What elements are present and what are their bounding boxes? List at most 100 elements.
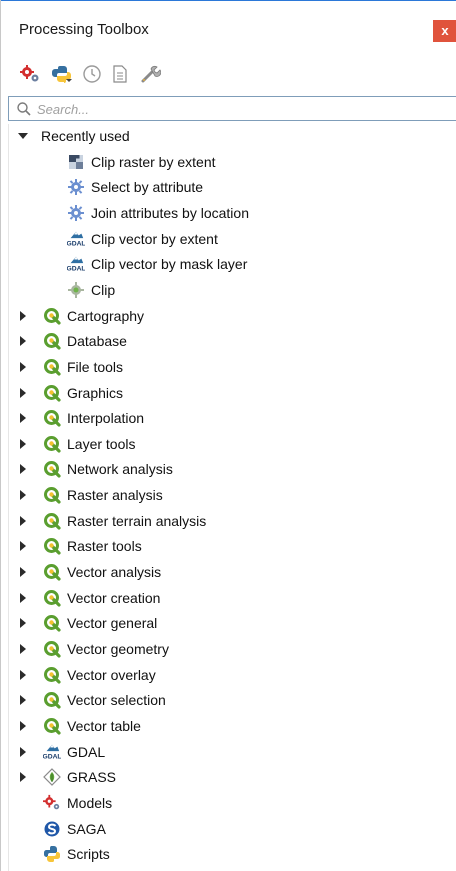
expand-arrow-icon[interactable] bbox=[17, 540, 29, 552]
expand-arrow-icon[interactable] bbox=[17, 361, 29, 373]
tree-item-clip-vector-by-mask-layer[interactable]: GDAL Clip vector by mask layer bbox=[67, 252, 247, 276]
tree-item-label: Select by attribute bbox=[91, 179, 204, 196]
tree-group-cartography[interactable]: Cartography bbox=[17, 304, 144, 328]
tree-item-label: Vector selection bbox=[67, 692, 166, 709]
expand-arrow-icon[interactable] bbox=[17, 694, 29, 706]
algorithm-tree[interactable]: Recently used Clip raster by extent Select… bbox=[8, 124, 456, 871]
clip-gear-icon bbox=[67, 281, 85, 299]
qgis-icon bbox=[43, 332, 61, 350]
gdal-icon: GDAL bbox=[67, 255, 85, 273]
expand-arrow-icon[interactable] bbox=[17, 412, 29, 424]
tree-item-label: Clip vector by mask layer bbox=[91, 256, 248, 273]
expand-arrow-icon[interactable] bbox=[17, 387, 29, 399]
tree-provider-saga[interactable]: SAGA bbox=[43, 817, 106, 841]
tree-group-database[interactable]: Database bbox=[17, 329, 127, 353]
tree-group-graphics[interactable]: Graphics bbox=[17, 381, 123, 405]
panel-title: Processing Toolbox bbox=[19, 21, 149, 38]
tree-group-interpolation[interactable]: Interpolation bbox=[17, 406, 144, 430]
tree-item-label: Database bbox=[67, 333, 127, 350]
tree-item-label: Network analysis bbox=[67, 461, 173, 478]
search-box[interactable] bbox=[8, 96, 456, 121]
tree-group-vector-selection[interactable]: Vector selection bbox=[17, 688, 166, 712]
tree-item-label: File tools bbox=[67, 358, 124, 375]
tree-item-label: Scripts bbox=[67, 846, 110, 863]
tree-group-vector-general[interactable]: Vector general bbox=[17, 611, 157, 635]
tree-group-raster-analysis[interactable]: Raster analysis bbox=[17, 483, 163, 507]
tree-provider-scripts[interactable]: Scripts bbox=[43, 842, 110, 866]
search-input[interactable] bbox=[37, 99, 437, 119]
expand-arrow-icon[interactable] bbox=[17, 669, 29, 681]
tree-item-label: Graphics bbox=[67, 384, 124, 401]
expand-arrow-icon[interactable] bbox=[17, 771, 29, 783]
tree-item-label: Vector analysis bbox=[67, 564, 162, 581]
models-button[interactable] bbox=[17, 61, 43, 87]
expand-arrow-icon[interactable] bbox=[17, 592, 29, 604]
expand-arrow-icon[interactable] bbox=[17, 720, 29, 732]
tree-group-recently-used[interactable]: Recently used bbox=[17, 124, 130, 148]
expand-arrow-icon[interactable] bbox=[17, 515, 29, 527]
expand-arrow-icon[interactable] bbox=[17, 310, 29, 322]
qgis-icon bbox=[43, 486, 61, 504]
tree-item-clip-vector-by-extent[interactable]: GDAL Clip vector by extent bbox=[67, 227, 218, 251]
tree-group-vector-overlay[interactable]: Vector overlay bbox=[17, 663, 156, 687]
tree-item-label: Raster tools bbox=[67, 538, 142, 555]
tree-item-label: Clip bbox=[91, 281, 116, 298]
tree-item-select-by-attribute[interactable]: Select by attribute bbox=[67, 175, 203, 199]
gear-icon bbox=[67, 178, 85, 196]
tree-item-label: GRASS bbox=[67, 769, 117, 786]
qgis-icon bbox=[43, 512, 61, 530]
tree-group-vector-table[interactable]: Vector table bbox=[17, 714, 141, 738]
qgis-icon bbox=[43, 691, 61, 709]
svg-text:GDAL: GDAL bbox=[67, 240, 85, 247]
expand-arrow-icon[interactable] bbox=[17, 335, 29, 347]
tree-group-raster-terrain-analysis[interactable]: Raster terrain analysis bbox=[17, 509, 206, 533]
tree-group-raster-tools[interactable]: Raster tools bbox=[17, 534, 142, 558]
tree-item-clip[interactable]: Clip bbox=[67, 278, 115, 302]
tree-item-label: Vector general bbox=[67, 615, 158, 632]
tree-group-network-analysis[interactable]: Network analysis bbox=[17, 457, 173, 481]
qgis-icon bbox=[43, 358, 61, 376]
gdal-icon: GDAL bbox=[67, 230, 85, 248]
qgis-icon bbox=[43, 409, 61, 427]
expand-arrow-icon[interactable] bbox=[17, 438, 29, 450]
collapse-arrow-icon[interactable] bbox=[17, 130, 29, 142]
expand-arrow-icon[interactable] bbox=[17, 489, 29, 501]
tree-item-label: SAGA bbox=[67, 820, 106, 837]
tree-item-label: Join attributes by location bbox=[91, 204, 249, 221]
panel-titlebar[interactable]: Processing Toolbox x bbox=[1, 1, 456, 43]
tree-item-label: Interpolation bbox=[67, 410, 145, 427]
gear-icon bbox=[67, 204, 85, 222]
gdal-icon: GDAL bbox=[43, 743, 61, 761]
tree-group-vector-geometry[interactable]: Vector geometry bbox=[17, 637, 169, 661]
tree-item-join-attributes-by-location[interactable]: Join attributes by location bbox=[67, 201, 249, 225]
tree-item-label: GDAL bbox=[67, 743, 106, 760]
expand-arrow-icon[interactable] bbox=[17, 643, 29, 655]
expand-arrow-icon[interactable] bbox=[17, 617, 29, 629]
expand-arrow-icon[interactable] bbox=[17, 746, 29, 758]
tree-item-label: Cartography bbox=[67, 307, 145, 324]
python-scripts-icon bbox=[52, 66, 72, 83]
tree-group-vector-creation[interactable]: Vector creation bbox=[17, 586, 160, 610]
tree-item-clip-raster-by-extent[interactable]: Clip raster by extent bbox=[67, 150, 216, 174]
results-viewer-button[interactable] bbox=[107, 61, 133, 87]
tree-provider-models[interactable]: Models bbox=[43, 791, 112, 815]
scripts-button[interactable] bbox=[49, 61, 75, 87]
history-clock-icon bbox=[83, 65, 101, 83]
raster-clip-icon bbox=[67, 153, 85, 171]
history-button[interactable] bbox=[79, 61, 105, 87]
qgis-icon bbox=[43, 614, 61, 632]
tree-group-file-tools[interactable]: File tools bbox=[17, 355, 123, 379]
expand-arrow-icon[interactable] bbox=[17, 566, 29, 578]
options-button[interactable] bbox=[137, 61, 163, 87]
expand-arrow-icon[interactable] bbox=[17, 463, 29, 475]
qgis-icon bbox=[43, 640, 61, 658]
close-button[interactable]: x bbox=[433, 20, 456, 42]
qgis-icon bbox=[43, 384, 61, 402]
tree-provider-gdal[interactable]: GDAL GDAL bbox=[17, 740, 105, 764]
grass-icon bbox=[43, 768, 61, 787]
tree-provider-grass[interactable]: GRASS bbox=[17, 765, 116, 789]
tree-item-label: Clip raster by extent bbox=[91, 153, 216, 170]
tree-group-layer-tools[interactable]: Layer tools bbox=[17, 432, 135, 456]
tree-group-vector-analysis[interactable]: Vector analysis bbox=[17, 560, 161, 584]
saga-icon bbox=[43, 820, 61, 838]
